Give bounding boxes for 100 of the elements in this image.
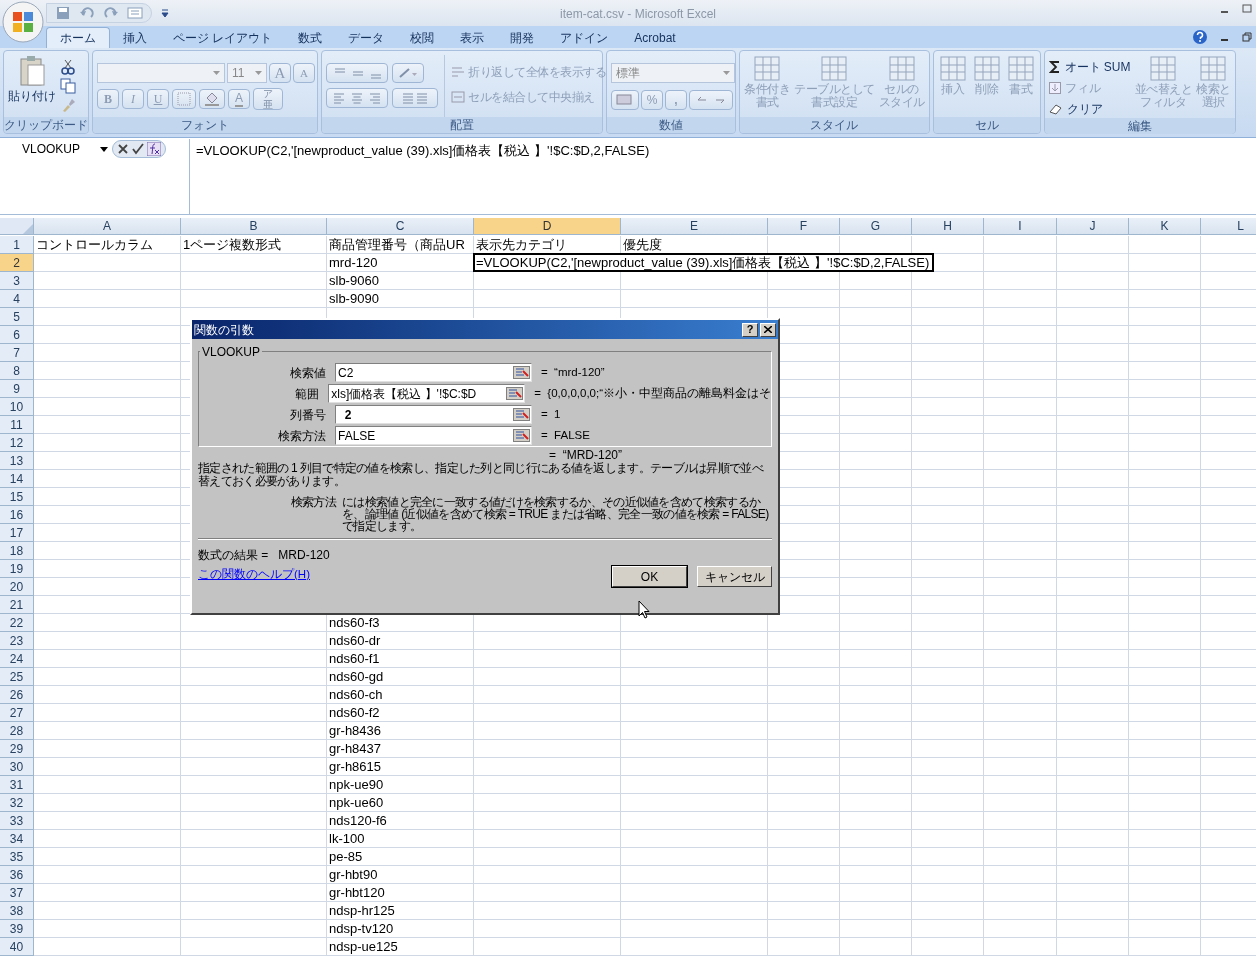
ribbon-tab[interactable]: ホーム xyxy=(46,27,110,48)
ribbon-tab[interactable]: アドイン xyxy=(547,27,622,48)
cancel-button[interactable]: キャンセル xyxy=(697,566,772,588)
row-header[interactable]: 16 xyxy=(0,506,34,524)
form-icon[interactable] xyxy=(127,5,143,21)
row-header[interactable]: 22 xyxy=(0,614,34,632)
argument-field[interactable]: xls]価格表【税込 】'!$C:$D xyxy=(328,384,526,403)
collapse-dialog-icon[interactable] xyxy=(513,366,530,379)
row-header[interactable]: 23 xyxy=(0,632,34,650)
row-header[interactable]: 33 xyxy=(0,812,34,830)
row-header[interactable]: 17 xyxy=(0,524,34,542)
row-header[interactable]: 38 xyxy=(0,902,34,920)
ribbon-tab[interactable]: 数式 xyxy=(285,27,336,48)
undo-icon[interactable] xyxy=(79,5,95,21)
close-button[interactable] xyxy=(760,322,776,337)
column-header[interactable]: K xyxy=(1129,218,1201,235)
row-header[interactable]: 9 xyxy=(0,380,34,398)
table-cell[interactable]: 優先度 xyxy=(621,236,663,253)
restore-icon[interactable] xyxy=(1242,32,1252,42)
office-button-icon[interactable] xyxy=(2,1,44,43)
row-header[interactable]: 8 xyxy=(0,362,34,380)
ribbon-tab[interactable]: 挿入 xyxy=(110,27,160,48)
border-button[interactable] xyxy=(172,89,196,109)
row-header[interactable]: 5 xyxy=(0,308,34,326)
ribbon-tab[interactable]: ページ レイアウト xyxy=(160,27,286,48)
argument-field[interactable]: 2 xyxy=(335,405,532,424)
row-header[interactable]: 24 xyxy=(0,650,34,668)
ok-button[interactable]: OK xyxy=(612,566,687,588)
autosum-button[interactable]: オート SUM xyxy=(1048,58,1131,76)
table-cell[interactable]: 1ページ複数形式 xyxy=(181,236,283,253)
row-header[interactable]: 20 xyxy=(0,578,34,596)
row-header[interactable]: 10 xyxy=(0,398,34,416)
decimal-button[interactable] xyxy=(689,90,733,110)
row-header[interactable]: 28 xyxy=(0,722,34,740)
check-icon[interactable] xyxy=(132,143,144,155)
customize-arrow-icon[interactable] xyxy=(160,8,170,18)
row-header[interactable]: 32 xyxy=(0,794,34,812)
insert-function-icon[interactable] xyxy=(147,142,161,156)
row-header[interactable]: 21 xyxy=(0,596,34,614)
maximize-icon[interactable] xyxy=(1242,4,1252,14)
table-cell[interactable]: コントロールカラム xyxy=(34,236,154,253)
column-header[interactable]: F xyxy=(768,218,840,235)
orientation-button[interactable] xyxy=(392,63,424,83)
column-header[interactable]: C xyxy=(327,218,474,235)
row-header[interactable]: 40 xyxy=(0,938,34,956)
collapse-dialog-icon[interactable] xyxy=(513,408,530,421)
row-header[interactable]: 13 xyxy=(0,452,34,470)
help-button[interactable]: ? xyxy=(742,322,758,337)
row-header[interactable]: 34 xyxy=(0,830,34,848)
row-header[interactable]: 27 xyxy=(0,704,34,722)
save-icon[interactable] xyxy=(55,5,71,21)
redo-icon[interactable] xyxy=(103,5,119,21)
column-header[interactable]: G xyxy=(840,218,912,235)
scissors-icon[interactable] xyxy=(60,59,76,75)
column-header[interactable]: E xyxy=(621,218,768,235)
row-header[interactable]: 19 xyxy=(0,560,34,578)
brush-icon[interactable] xyxy=(60,97,76,113)
copy-icon[interactable] xyxy=(60,78,76,94)
row-header[interactable]: 35 xyxy=(0,848,34,866)
row-header[interactable]: 25 xyxy=(0,668,34,686)
row-header[interactable]: 18 xyxy=(0,542,34,560)
help-icon[interactable] xyxy=(1192,29,1208,45)
name-box[interactable]: VLOOKUP xyxy=(0,139,112,159)
help-link[interactable]: この関数のヘルプ(H) xyxy=(198,566,310,588)
row-header[interactable]: 11 xyxy=(0,416,34,434)
ribbon-tab[interactable]: Acrobat xyxy=(621,27,689,48)
fill-color-button[interactable] xyxy=(199,89,225,109)
top-align-button[interactable] xyxy=(326,63,388,83)
ribbon-tab[interactable]: 校閲 xyxy=(397,27,448,48)
row-header[interactable]: 26 xyxy=(0,686,34,704)
row-header[interactable]: 1 xyxy=(0,236,34,254)
left-align-button[interactable] xyxy=(326,88,388,108)
font-name-field[interactable] xyxy=(97,63,225,83)
row-header[interactable]: 6 xyxy=(0,326,34,344)
row-header[interactable]: 12 xyxy=(0,434,34,452)
close-icon[interactable] xyxy=(117,143,129,155)
row-header[interactable]: 37 xyxy=(0,884,34,902)
collapse-dialog-icon[interactable] xyxy=(513,429,530,442)
row-header[interactable]: 14 xyxy=(0,470,34,488)
caret-icon[interactable] xyxy=(100,146,108,152)
argument-field[interactable]: FALSE xyxy=(335,426,532,445)
table-cell[interactable]: 商品管理番号（商品UR xyxy=(327,236,466,253)
ribbon-tab[interactable]: データ xyxy=(335,27,398,48)
clear-button[interactable]: クリア xyxy=(1048,100,1131,118)
formula-field[interactable]: =VLOOKUP(C2,'[newproduct_value (39).xls]価格表【税込 】'!$C:$D,2,FALSE) xyxy=(190,139,1256,214)
row-header[interactable]: 15 xyxy=(0,488,34,506)
row-header[interactable]: 4 xyxy=(0,290,34,308)
column-header[interactable]: B xyxy=(181,218,327,235)
row-header[interactable]: 31 xyxy=(0,776,34,794)
column-header[interactable]: A xyxy=(34,218,181,235)
row-header[interactable]: 30 xyxy=(0,758,34,776)
row-header[interactable]: 29 xyxy=(0,740,34,758)
ribbon-tab[interactable]: 開発 xyxy=(497,27,548,48)
indent-button[interactable] xyxy=(392,88,438,108)
column-header[interactable]: I xyxy=(984,218,1057,235)
active-cell[interactable]: =VLOOKUP(C2,'[newproduct_value (39).xls]価格表【税込 】'!$C:$D,2,FALSE) xyxy=(474,254,934,271)
currency-button[interactable] xyxy=(611,90,639,110)
column-header[interactable]: L xyxy=(1201,218,1256,235)
row-header[interactable]: 36 xyxy=(0,866,34,884)
collapse-dialog-icon[interactable] xyxy=(506,387,524,400)
